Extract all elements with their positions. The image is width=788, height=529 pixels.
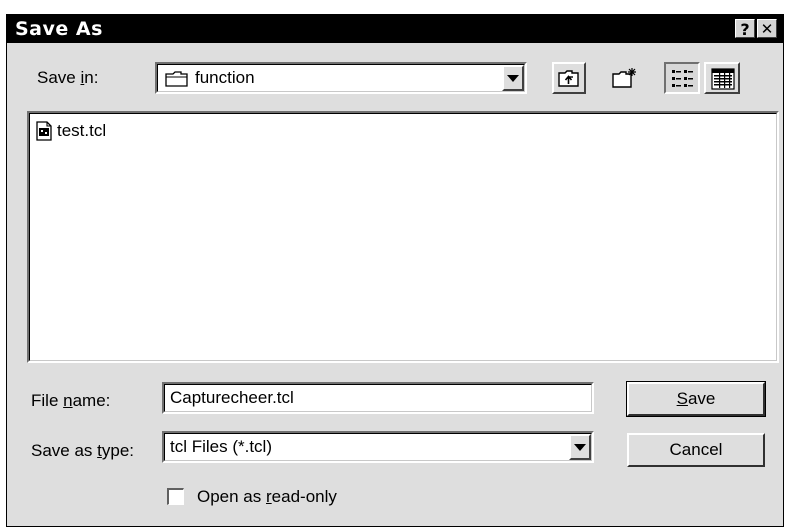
save-as-dialog: Save As ? ✕ Save in: function test.tcl F…	[6, 14, 784, 527]
title-bar[interactable]: Save As ? ✕	[7, 15, 783, 43]
save-in-value: function	[195, 68, 255, 87]
chevron-down-icon	[574, 443, 586, 451]
list-view-icon	[671, 68, 695, 95]
save-as-type-label: Save as type:	[31, 441, 135, 460]
close-icon: ✕	[760, 20, 774, 38]
file-list-pane[interactable]: test.tcl	[27, 111, 779, 363]
save-as-type-value: tcl Files (*.tcl)	[170, 437, 272, 456]
details-view-icon	[711, 68, 735, 95]
read-only-label[interactable]: Open as read-only	[197, 487, 337, 507]
save-as-type-dropdown-button[interactable]	[569, 434, 591, 460]
up-one-level-button[interactable]	[552, 62, 586, 94]
help-icon: ?	[740, 20, 750, 39]
save-as-type-select[interactable]: tcl Files (*.tcl)	[162, 431, 594, 463]
new-folder-icon	[611, 66, 639, 95]
details-view-button[interactable]	[704, 62, 740, 94]
tcl-file-icon	[35, 121, 53, 141]
save-in-combobox[interactable]: function	[155, 62, 527, 94]
help-button[interactable]: ?	[735, 19, 755, 39]
file-name-label: test.tcl	[57, 121, 107, 140]
new-folder-button[interactable]	[607, 62, 643, 94]
read-only-checkbox[interactable]	[167, 488, 184, 505]
file-name-input[interactable]: Capturecheer.tcl	[162, 382, 594, 414]
file-name-value: Capturecheer.tcl	[170, 388, 294, 407]
folder-icon	[165, 70, 189, 93]
save-in-dropdown-button[interactable]	[502, 65, 524, 91]
window-title: Save As	[15, 18, 103, 40]
file-name-label: File name:	[31, 391, 111, 410]
chevron-down-icon	[507, 74, 519, 82]
cancel-button[interactable]: Cancel	[627, 433, 765, 467]
save-button[interactable]: Save	[626, 381, 766, 417]
up-folder-icon	[558, 68, 580, 93]
save-in-label: Save in:	[37, 68, 99, 87]
close-button[interactable]: ✕	[757, 19, 777, 38]
list-view-button[interactable]	[664, 62, 700, 94]
list-item[interactable]: test.tcl	[35, 121, 106, 141]
